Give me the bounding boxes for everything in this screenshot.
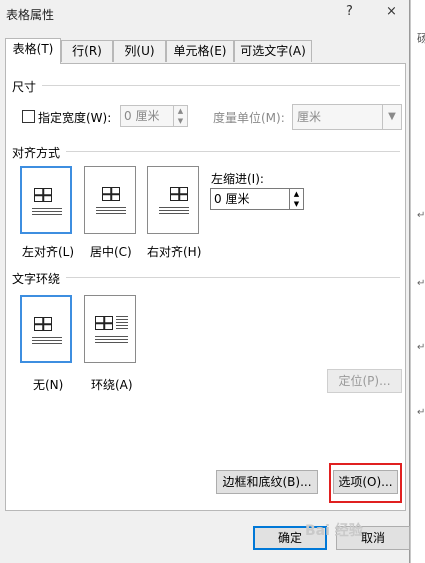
left-indent-label: 左缩进(I): [211,172,264,186]
spin-down-icon[interactable]: ▼ [174,116,187,126]
table-icon [95,316,113,330]
chevron-down-icon[interactable]: ▼ [382,105,401,129]
spin-up-icon[interactable]: ▲ [174,106,187,116]
paragraph-mark-icon: ↵ [417,210,425,221]
help-icon[interactable]: ? [346,4,353,19]
table-icon [102,187,120,201]
align-right-label: 右对齐(H) [147,245,202,259]
wrap-none-option[interactable] [20,295,72,363]
width-value: 0 厘米 [124,109,160,123]
alignment-section-title: 对齐方式 [12,146,61,160]
dialog-title: 表格属性 [6,8,55,22]
specify-width-checkbox[interactable] [22,110,35,123]
align-left-option[interactable] [20,166,72,234]
wrap-none-label: 无(N) [33,378,64,392]
width-spinner[interactable]: ▲ ▼ [173,106,187,126]
unit-select[interactable]: 厘米 ▼ [292,104,402,130]
paragraph-mark-icon: ↵ [417,342,425,353]
wrapping-section-title: 文字环绕 [12,272,61,286]
wrap-around-option[interactable] [84,295,136,363]
divider [66,151,400,152]
options-button[interactable]: 选项(O)... [333,470,398,494]
close-icon[interactable]: × [386,4,397,19]
tab-alt-text[interactable]: 可选文字(A) [234,40,312,62]
unit-value: 厘米 [297,110,322,124]
tab-table[interactable]: 表格(T) [5,38,61,64]
size-section-title: 尺寸 [12,80,37,94]
left-indent-value: 0 厘米 [214,192,250,206]
specify-width-label: 指定宽度(W): [38,111,112,125]
tab-panel [5,63,406,511]
width-input[interactable]: 0 厘米 ▲ ▼ [120,105,188,127]
divider [66,277,400,278]
table-icon [34,188,52,202]
paragraph-mark-icon: ↵ [417,278,425,289]
unit-label: 度量单位(M): [213,111,285,125]
tab-row[interactable]: 行(R) [61,40,113,62]
tab-cell[interactable]: 单元格(E) [166,40,234,62]
tab-column[interactable]: 列(U) [113,40,166,62]
align-center-option[interactable] [84,166,136,234]
align-center-label: 居中(C) [90,245,132,259]
wrap-around-label: 环绕(A) [91,378,133,392]
table-icon [170,187,188,201]
paragraph-mark-icon: ↵ [417,407,425,418]
spin-up-icon[interactable]: ▲ [290,189,303,199]
position-button[interactable]: 定位(P)... [327,369,402,393]
left-indent-spinner[interactable]: ▲ ▼ [289,189,303,209]
align-right-option[interactable] [147,166,199,234]
align-left-label: 左对齐(L) [22,245,75,259]
borders-shading-button[interactable]: 边框和底纹(B)... [216,470,318,494]
left-indent-input[interactable]: 0 厘米 ▲ ▼ [210,188,304,210]
spin-down-icon[interactable]: ▼ [290,199,303,209]
document-text-fragment: 砀 [417,32,425,45]
table-icon [34,317,52,331]
divider [42,85,400,86]
watermark: Bai 经验 [305,523,363,539]
